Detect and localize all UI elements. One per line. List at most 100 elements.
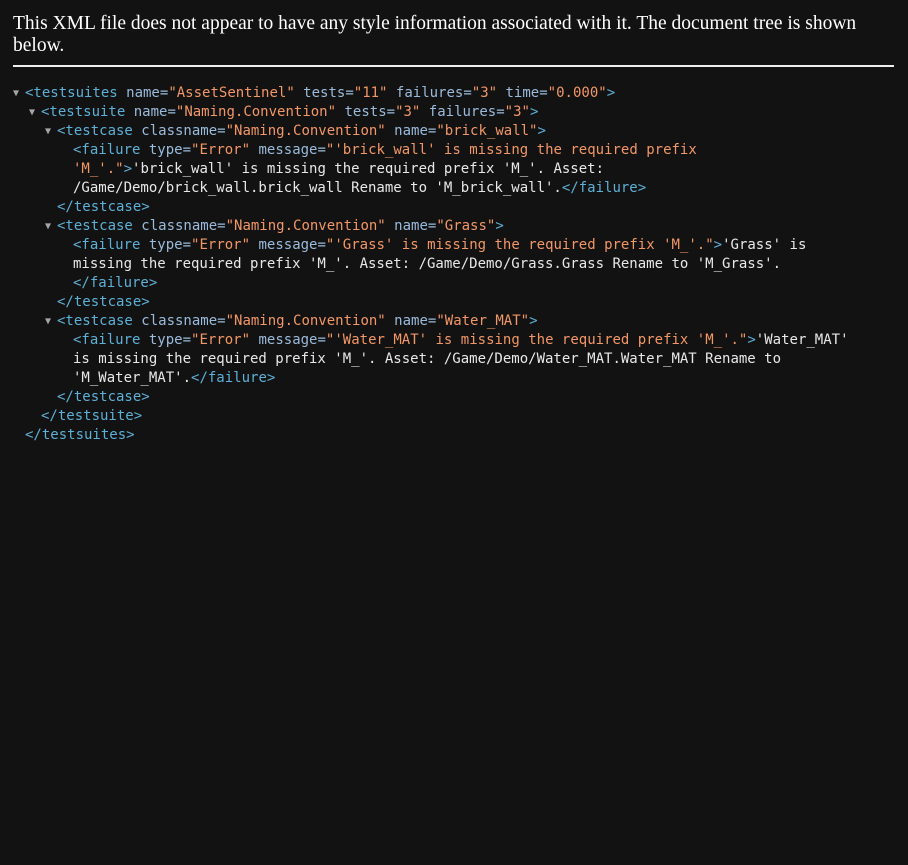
collapse-arrow-icon[interactable]: ▼ <box>13 84 25 103</box>
xml-line-content: </testcase> <box>57 388 150 407</box>
xml-token-eq: = <box>167 104 176 120</box>
xml-token-eq: = <box>182 142 192 158</box>
xml-token-tag: </testcase> <box>57 389 150 405</box>
xml-token-eq: = <box>386 104 396 120</box>
xml-token-attr-name: message <box>250 332 318 348</box>
xml-token-eq: = <box>317 142 326 158</box>
xml-token-tag: > <box>529 313 538 329</box>
xml-token-attr-name: name <box>385 313 428 329</box>
xml-token-tag: </testsuite> <box>41 408 143 424</box>
xml-token-eq: = <box>539 85 548 101</box>
xml-line-testsuite-open: ▼ <testsuite name="Naming.Convention" te… <box>0 103 908 122</box>
xml-token-eq: = <box>217 313 226 329</box>
xml-line-failure-water-cont: 'M_Water_MAT'.</failure> <box>0 369 908 388</box>
collapse-arrow-icon[interactable]: ▼ <box>45 217 57 236</box>
xml-token-tag: <testcase <box>57 218 133 234</box>
xml-token-tag: </failure> <box>191 370 276 386</box>
xml-token-attr-val: "Error" <box>191 332 251 348</box>
xml-token-attr-val: "0.000" <box>547 85 607 101</box>
xml-token-attr-name: classname <box>132 218 218 234</box>
collapse-arrow-icon[interactable]: ▼ <box>45 122 57 141</box>
xml-token-tag: > <box>537 123 546 139</box>
xml-token-attr-name: classname <box>132 313 218 329</box>
xml-token-tag: </testsuites> <box>25 427 135 443</box>
xml-line-content: <testsuite name="Naming.Convention" test… <box>41 103 538 122</box>
xml-token-tag: <failure <box>73 142 141 158</box>
xml-line-content: <testcase classname="Naming.Convention" … <box>57 122 546 141</box>
xml-token-tag: </failure> <box>73 275 158 291</box>
xml-token-attr-name: name <box>385 218 428 234</box>
xml-token-tag: <failure <box>73 237 141 253</box>
xml-line-content: <testsuites name="AssetSentinel" tests="… <box>25 84 615 103</box>
xml-token-attr-val: "Error" <box>191 142 251 158</box>
xml-token-attr-name: time <box>497 85 540 101</box>
xml-line-content: <testcase classname="Naming.Convention" … <box>57 312 538 331</box>
xml-line-content: </testcase> <box>57 293 150 312</box>
xml-token-attr-name: type <box>140 332 183 348</box>
xml-token-txt: missing the required prefix 'M_'. Asset:… <box>73 256 782 272</box>
xml-line-content: </testsuite> <box>41 407 142 426</box>
xml-line-content: <testcase classname="Naming.Convention" … <box>57 217 504 236</box>
xml-line-testsuites-close: </testsuites> <box>0 426 908 445</box>
xml-token-attr-val: "'Water_MAT' is missing the required pre… <box>325 332 748 348</box>
xml-line-testsuite-close: </testsuite> <box>0 407 908 426</box>
xml-token-attr-name: type <box>140 237 183 253</box>
xml-line-failure-grass-close: </failure> <box>0 274 908 293</box>
xml-line-failure-grass-cont: missing the required prefix 'M_'. Asset:… <box>0 255 908 274</box>
xml-line-failure-water-cont: is missing the required prefix 'M_'. Ass… <box>0 350 908 369</box>
xml-line-failure-brick-wall-cont: /Game/Demo/brick_wall.brick_wall Rename … <box>0 179 908 198</box>
xml-token-eq: = <box>217 123 226 139</box>
xml-token-tag: <testcase <box>57 123 133 139</box>
xml-token-attr-val: "Naming.Convention" <box>225 218 386 234</box>
xml-token-attr-val: "3" <box>471 85 498 101</box>
xml-token-attr-name: tests <box>336 104 387 120</box>
xml-token-txt: 'Grass' is <box>722 237 807 253</box>
xml-line-testcase-close: </testcase> <box>0 198 908 217</box>
xml-token-attr-val: "3" <box>395 104 421 120</box>
xml-token-eq: = <box>345 85 354 101</box>
xml-token-txt: 'Water_MAT' <box>755 332 849 348</box>
xml-token-attr-val: 'M_'." <box>73 161 124 177</box>
xml-token-tag: <testsuite <box>41 104 126 120</box>
xml-line-failure-water: <failure type="Error" message="'Water_MA… <box>0 331 908 350</box>
xml-token-tag: <failure <box>73 332 141 348</box>
xml-token-tag: </failure> <box>561 180 647 196</box>
xml-line-testsuites-open: ▼ <testsuites name = "AssetSentinel" tests… <box>0 84 908 103</box>
xml-line-testcase-water-open: ▼ <testcase classname="Naming.Convention… <box>0 312 908 331</box>
xml-line-content: missing the required prefix 'M_'. Asset:… <box>73 255 781 274</box>
xml-line-testcase-grass-open: ▼ <testcase classname="Naming.Convention… <box>0 217 908 236</box>
xml-token-attr-name: message <box>250 237 318 253</box>
xml-line-content: <failure type="Error" message="'Grass' i… <box>73 236 806 255</box>
collapse-arrow-icon[interactable]: ▼ <box>29 103 41 122</box>
xml-token-attr-name: classname <box>132 123 218 139</box>
xml-document-tree: ▼ <testsuites name="AssetSentinel" tests… <box>0 67 908 445</box>
xml-line-content: <failure type="Error" message="'Water_MA… <box>73 331 849 350</box>
xml-token-txt: is missing the required prefix 'M_'. Ass… <box>73 351 782 367</box>
xml-token-attr-name: name <box>117 85 160 101</box>
xml-token-tag: > <box>747 332 756 348</box>
xml-token-attr-name: failures <box>387 85 464 101</box>
xml-line-testcase-brick-wall-open: ▼ <testcase classname="Naming.Convention… <box>0 122 908 141</box>
xml-line-testcase-close: </testcase> <box>0 388 908 407</box>
xml-token-txt: /Game/Demo/brick_wall.brick_wall Rename … <box>73 180 562 196</box>
xml-token-tag: <testcase <box>57 313 133 329</box>
xml-line-content: is missing the required prefix 'M_'. Ass… <box>73 350 781 369</box>
xml-token-eq: = <box>182 237 192 253</box>
xml-token-attr-name: failures <box>420 104 497 120</box>
xml-line-failure-brick-wall-cont: 'M_'.">'brick_wall' is missing the requi… <box>0 160 908 179</box>
xml-token-attr-name: tests <box>294 85 346 101</box>
xml-token-eq: = <box>317 332 326 348</box>
xml-token-attr-val: "Error" <box>191 237 251 253</box>
xml-token-attr-name: name <box>125 104 168 120</box>
xml-token-attr-name: name <box>385 123 428 139</box>
xml-token-eq: = <box>317 237 326 253</box>
xml-token-attr-val: "'brick_wall' is missing the required pr… <box>325 142 697 158</box>
xml-token-tag: > <box>529 104 539 120</box>
xml-token-eq: = <box>217 218 226 234</box>
xml-token-tag: </testcase> <box>57 294 150 310</box>
xml-line-failure-brick-wall: <failure type="Error" message="'brick_wa… <box>0 141 908 160</box>
collapse-arrow-icon[interactable]: ▼ <box>45 312 57 331</box>
xml-token-attr-val: "3" <box>504 104 530 120</box>
xml-token-attr-val: "Naming.Convention" <box>175 104 337 120</box>
xml-line-failure-grass: <failure type="Error" message="'Grass' i… <box>0 236 908 255</box>
